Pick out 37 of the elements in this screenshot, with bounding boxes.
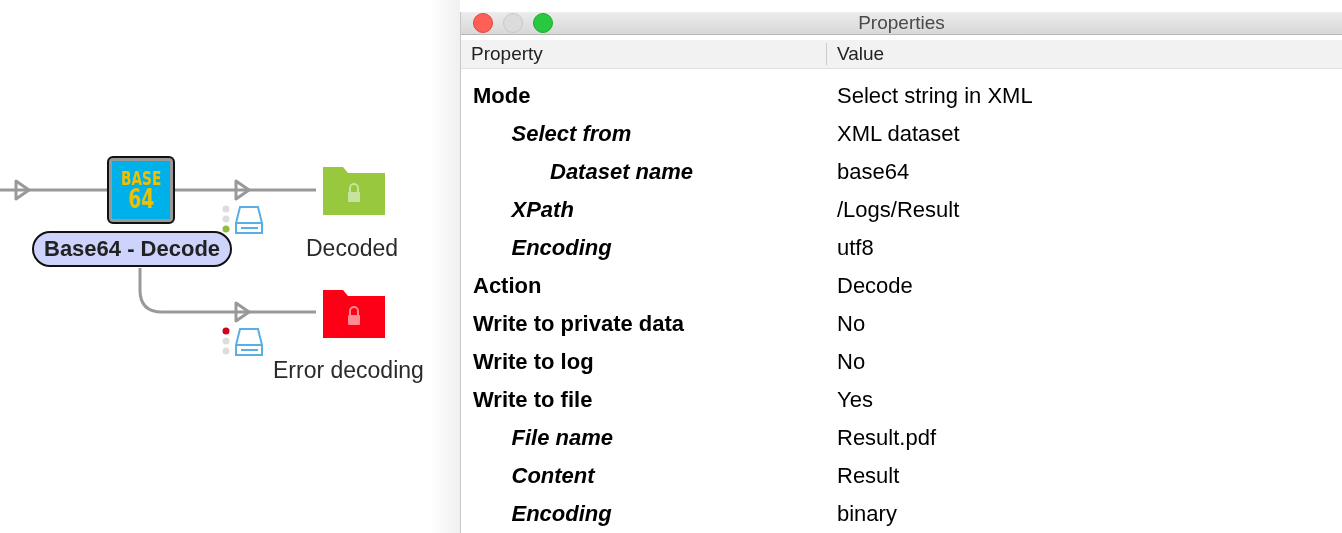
property-name: File name bbox=[510, 425, 614, 451]
property-value: Result bbox=[836, 463, 900, 489]
property-name: Mode bbox=[472, 83, 532, 109]
property-name: Encoding bbox=[510, 501, 613, 527]
property-name: Select from bbox=[510, 121, 633, 147]
locked-folder-icon[interactable] bbox=[323, 167, 385, 215]
folder-label: Decoded bbox=[306, 235, 399, 262]
property-name: Encoding bbox=[510, 235, 613, 261]
property-name: Dataset name bbox=[549, 159, 695, 185]
hard-drive-icon[interactable] bbox=[234, 327, 264, 357]
property-value: binary bbox=[836, 501, 897, 527]
hard-drive-icon[interactable] bbox=[234, 205, 264, 235]
property-value: base64 bbox=[836, 159, 910, 185]
node-label[interactable]: Base64 - Decode bbox=[32, 231, 233, 267]
zoom-button[interactable] bbox=[533, 13, 553, 34]
property-value: Result.pdf bbox=[836, 425, 937, 451]
property-name: Write to private data bbox=[472, 311, 686, 337]
close-button[interactable] bbox=[473, 13, 493, 34]
property-name: XPath bbox=[510, 197, 575, 223]
property-value: utf8 bbox=[836, 235, 874, 261]
folder-label: Error decoding bbox=[273, 357, 424, 384]
property-value: /Logs/Result bbox=[836, 197, 960, 223]
window-title: Properties bbox=[858, 12, 945, 35]
property-value: XML dataset bbox=[836, 121, 960, 147]
property-name: Write to log bbox=[472, 349, 595, 375]
property-name: Action bbox=[472, 273, 543, 299]
property-name: Write to file bbox=[472, 387, 594, 413]
property-value: No bbox=[836, 349, 866, 375]
column-header[interactable]: Value bbox=[827, 43, 885, 66]
locked-folder-icon[interactable] bbox=[323, 290, 385, 338]
property-value: Decode bbox=[836, 273, 913, 299]
property-value: No bbox=[836, 311, 866, 337]
minimize-button[interactable] bbox=[503, 13, 523, 34]
property-value: Select string in XML bbox=[836, 83, 1033, 109]
property-name: Content bbox=[510, 463, 597, 489]
property-value: Yes bbox=[836, 387, 873, 413]
column-header[interactable]: Property bbox=[461, 43, 827, 66]
